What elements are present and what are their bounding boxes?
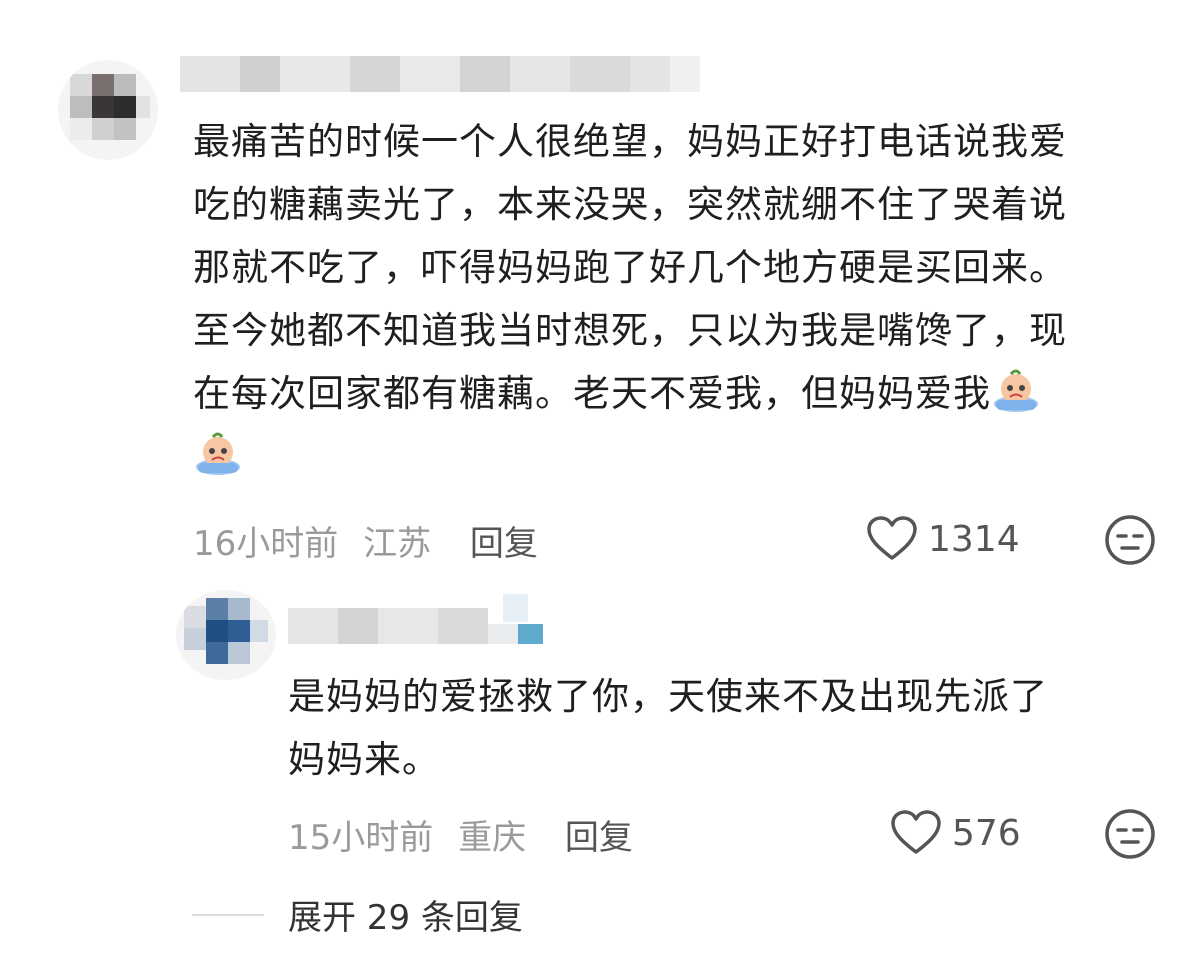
reply-time: 15小时前 — [288, 818, 434, 858]
reply-reply-button[interactable]: 回复 — [565, 818, 633, 858]
comment-line: 在每次回家都有糖藕。老天不爱我，但妈妈爱我 — [193, 362, 1067, 425]
meh-face-icon — [1105, 809, 1155, 859]
comment-line: 那就不吃了，吓得妈妈跑了好几个地方硬是买回来。 — [193, 246, 1067, 289]
comment-region: 江苏 — [363, 524, 432, 564]
crying-emoji-icon — [994, 369, 1038, 412]
reply-like-count: 576 — [952, 812, 1021, 854]
comment-time: 16小时前 — [193, 524, 339, 564]
reply-meta: 15小时前 重庆 回复 — [288, 810, 633, 859]
comment-dislike-button[interactable] — [1104, 514, 1156, 570]
comment-avatar[interactable] — [58, 60, 158, 160]
reply-line: 妈妈来。 — [288, 738, 440, 781]
reply-dislike-button[interactable] — [1104, 808, 1156, 864]
reply-like-button[interactable]: 576 — [890, 810, 1021, 856]
comment-like-count: 1314 — [928, 518, 1020, 560]
username-blur — [288, 594, 543, 644]
reply-line: 是妈妈的爱拯救了你，天使来不及出现先派了 — [288, 675, 1048, 718]
reply-avatar[interactable] — [176, 590, 276, 680]
expand-replies-button[interactable]: 展开 29 条回复 — [192, 890, 523, 939]
username-blur — [180, 56, 700, 92]
comment-line: 最痛苦的时候一个人很绝望，妈妈正好打电话说我爱 — [193, 120, 1067, 163]
comment-username[interactable] — [180, 52, 720, 96]
comment-line: 至今她都不知道我当时想死，只以为我是嘴馋了，现 — [193, 309, 1067, 352]
comment-like-button[interactable]: 1314 — [866, 516, 1020, 562]
heart-icon — [867, 516, 917, 560]
reply-username[interactable] — [288, 594, 578, 654]
reply-text: 是妈妈的爱拯救了你，天使来不及出现先派了 妈妈来。 — [288, 665, 1048, 791]
avatar-image — [58, 60, 158, 160]
expand-divider — [192, 913, 264, 916]
comment-reply-button[interactable]: 回复 — [470, 524, 538, 564]
expand-replies-label: 展开 29 条回复 — [288, 898, 523, 938]
heart-icon — [891, 810, 941, 854]
comment-line: 吃的糖藕卖光了，本来没哭，突然就绷不住了哭着说 — [193, 183, 1067, 226]
avatar-image — [176, 590, 276, 680]
comment-text: 最痛苦的时候一个人很绝望，妈妈正好打电话说我爱 吃的糖藕卖光了，本来没哭，突然就… — [193, 110, 1067, 488]
crying-emoji-icon — [196, 432, 240, 475]
comment-meta: 16小时前 江苏 回复 — [193, 516, 538, 565]
comment-line — [193, 425, 1067, 488]
meh-face-icon — [1105, 515, 1155, 565]
reply-region: 重庆 — [458, 818, 527, 858]
comment-line-text: 在每次回家都有糖藕。老天不爱我，但妈妈爱我 — [193, 372, 991, 415]
